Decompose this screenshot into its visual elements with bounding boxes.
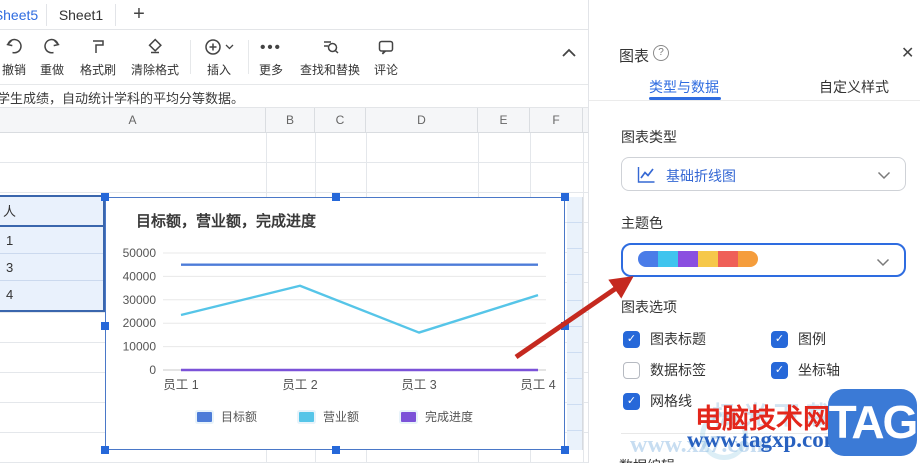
column-header-b[interactable]: B [266,108,315,132]
selection-handle[interactable] [332,446,340,454]
add-sheet-button[interactable]: + [124,0,154,29]
sheet-tab-bar: Sheet5 Sheet1 + [0,0,588,30]
range-cell: 人 [0,197,103,227]
redo-icon [28,36,76,58]
selection-handle[interactable] [332,193,340,201]
svg-text:50000: 50000 [123,246,157,260]
collapse-chevron-icon [562,48,576,57]
column-header-a[interactable]: A [0,108,266,132]
chart-legend: 目标额 营业额 完成进度 [106,408,564,425]
chart-options-grid: 图表标题 图例 数据标签 坐标轴 网格线 [623,330,840,410]
more-button[interactable]: ••• 更多 [250,36,292,78]
tab-type-and-data[interactable]: 类型与数据 [649,77,719,97]
source-range-sliver [567,197,583,450]
selection-handle[interactable] [561,322,569,330]
range-cell: 3 [0,254,103,281]
checkbox[interactable] [623,392,640,410]
chart-source-range[interactable]: 人 1 3 4 [0,195,105,312]
help-icon[interactable]: ? [653,45,669,61]
option-axes[interactable]: 坐标轴 [771,361,840,379]
option-chart-title[interactable]: 图表标题 [623,330,771,348]
chart-settings-panel: 图表 ? ✕ 类型与数据 自定义样式 图表类型 基础折线图 主题色 图表选项 图… [588,0,920,463]
checkbox[interactable] [623,330,640,348]
legend-item: 营业额 [298,408,359,425]
checkbox[interactable] [623,361,640,379]
active-tab-underline [649,97,721,100]
checkbox[interactable] [771,330,788,348]
find-replace-icon [297,36,363,58]
format-painter-icon [70,36,126,58]
svg-text:员工 2: 员工 2 [282,378,317,392]
collapse-toolbar-button[interactable] [558,42,580,69]
option-legend[interactable]: 图例 [771,330,840,348]
chart-type-value: 基础折线图 [666,168,736,184]
line-chart-icon [637,167,655,183]
range-cell: 4 [6,287,14,302]
column-header-e[interactable]: E [478,108,530,132]
column-header-d[interactable]: D [366,108,478,132]
column-header-f[interactable]: F [530,108,583,132]
insert-icon [196,36,242,58]
chart-type-dropdown[interactable]: 基础折线图 [621,157,906,191]
theme-color-strip [638,251,758,267]
tab-sheet5[interactable]: Sheet5 [0,0,46,29]
theme-color-dropdown[interactable] [621,243,906,277]
legend-swatch [401,411,416,422]
selection-handle[interactable] [561,446,569,454]
section-divider [621,433,906,434]
close-icon[interactable]: ✕ [901,43,914,63]
svg-text:0: 0 [149,363,156,377]
chevron-down-icon [876,258,890,267]
redo-button[interactable]: 重做 [28,36,76,78]
svg-text:员工 1: 员工 1 [163,378,198,392]
panel-title: 图表 [619,48,650,65]
column-header-c[interactable]: C [315,108,366,132]
insert-button[interactable]: 插入 [196,36,242,78]
checkbox[interactable] [771,361,788,379]
description-bar[interactable]: 学生成绩，自动统计学科的平均分等数据。 [0,85,588,108]
next-section-label: 数据编辑 [619,456,675,463]
more-icon: ••• [260,38,282,56]
svg-text:40000: 40000 [123,269,157,283]
svg-text:10000: 10000 [123,340,157,354]
toolbar: 撤销 重做 格式刷 清除格式 插入 ••• 更多 查找和替换 评论 [0,30,588,85]
clear-format-icon [120,36,190,58]
tab-custom-style[interactable]: 自定义样式 [819,77,889,97]
option-gridlines[interactable]: 网格线 [623,392,771,410]
chart-object[interactable]: 目标额，营业额，完成进度 0 10000 20000 30000 40000 50000 员… [105,197,565,450]
column-header-row: A B C D E F [0,108,588,133]
selection-handle[interactable] [561,193,569,201]
theme-color-label: 主题色 [621,215,663,231]
legend-swatch [298,411,314,422]
svg-text:30000: 30000 [123,293,157,307]
option-data-labels[interactable]: 数据标签 [623,361,771,379]
legend-swatch [196,411,212,422]
chevron-down-icon [877,171,891,180]
tab-sheet1[interactable]: Sheet1 [47,0,115,29]
format-painter-button[interactable]: 格式刷 [70,36,126,78]
description-text: 学生成绩，自动统计学科的平均分等数据。 [0,91,245,106]
legend-item: 完成进度 [401,408,473,425]
selection-handle[interactable] [101,193,109,201]
clear-format-button[interactable]: 清除格式 [120,36,190,78]
svg-text:员工 4: 员工 4 [520,378,555,392]
chart-options-label: 图表选项 [621,299,677,315]
chart-type-label: 图表类型 [621,129,677,145]
comment-button[interactable]: 评论 [365,36,407,78]
range-cell: 1 [0,227,103,254]
legend-item: 目标额 [196,408,257,425]
find-replace-button[interactable]: 查找和替换 [297,36,363,78]
comment-icon [365,36,407,58]
selection-handle[interactable] [101,322,109,330]
selection-handle[interactable] [101,446,109,454]
svg-text:员工 3: 员工 3 [401,378,436,392]
svg-text:20000: 20000 [123,316,157,330]
